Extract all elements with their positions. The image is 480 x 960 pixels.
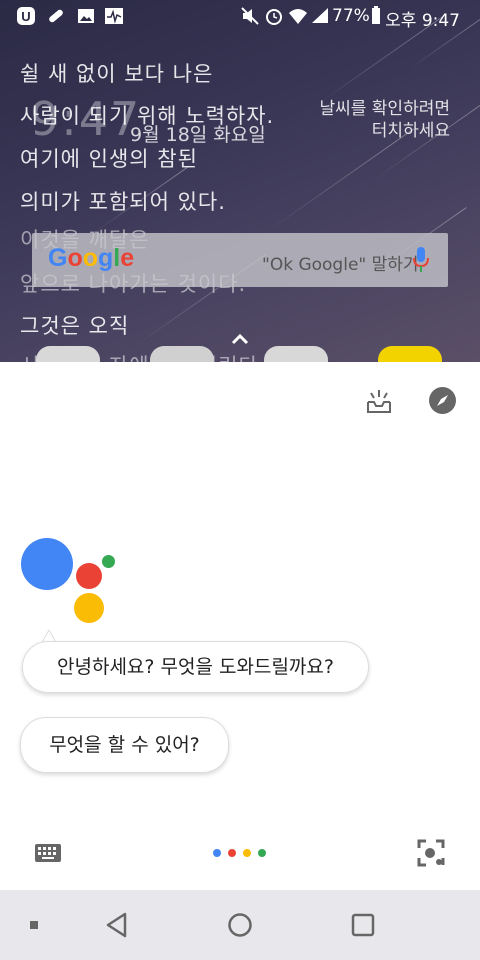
assistant-logo-red-dot	[76, 563, 102, 589]
microphone-icon[interactable]	[412, 247, 430, 273]
poem-line: 여기에 인생의 참된	[20, 147, 198, 171]
home-icon[interactable]	[228, 913, 252, 937]
explore-icon[interactable]	[428, 386, 457, 415]
poem-line: 그것은 오직	[20, 314, 130, 338]
suggestion-chip[interactable]: 무엇을 할 수 있어?	[20, 717, 229, 773]
mic-dot-yellow[interactable]	[243, 849, 251, 857]
assistant-panel	[0, 362, 480, 890]
svg-text:U: U	[21, 9, 30, 24]
app-icon-chrome[interactable]	[264, 346, 328, 362]
status-bar: U 77% 오후 9:47	[0, 0, 480, 32]
inbox-icon[interactable]	[365, 388, 393, 414]
assistant-logo-blue-dot	[21, 538, 73, 590]
navigation-bar	[0, 890, 480, 960]
mute-icon	[241, 7, 259, 25]
status-time: 오후 9:47	[385, 11, 460, 31]
ok-google-hint: "Ok Google" 말하기	[262, 255, 419, 275]
app-icon-kakaotalk[interactable]	[378, 346, 442, 362]
weather-prompt-line2: 터치하세요	[371, 121, 450, 141]
weather-widget[interactable]: 날씨를 확인하려면 터치하세요	[319, 98, 450, 142]
mic-dot-red[interactable]	[228, 849, 236, 857]
activity-icon	[105, 8, 123, 24]
assistant-greeting-bubble: 안녕하세요? 무엇을 도와드릴까요?	[22, 641, 369, 693]
pill-icon	[49, 9, 63, 23]
battery-icon	[372, 6, 380, 24]
home-screen-wallpaper: 쉴 새 없이 보다 나은 사람이 되기 위해 노력하자. 여기에 인생의 참된 …	[0, 0, 480, 362]
clock-widget-time[interactable]: 9:47	[30, 92, 141, 146]
app-icon-messages[interactable]	[150, 346, 214, 362]
clock-widget-date: 9월 18일 화요일	[130, 124, 266, 146]
lens-icon[interactable]	[416, 838, 446, 868]
u-plus-icon: U	[17, 7, 35, 25]
wifi-icon	[289, 9, 307, 24]
alarm-icon	[266, 9, 282, 25]
signal-icon	[312, 8, 328, 23]
mic-dot-blue[interactable]	[213, 849, 221, 857]
poem-line: 의미가 포함되어 있다.	[20, 190, 226, 214]
battery-percent: 77%	[332, 6, 370, 26]
home-square-icon[interactable]	[30, 921, 38, 929]
assistant-logo-yellow-dot	[74, 593, 104, 623]
poem-line: 쉴 새 없이 보다 나은	[20, 62, 214, 86]
google-search-bar[interactable]: Google "Ok Google" 말하기	[32, 233, 448, 287]
mic-dot-green[interactable]	[258, 849, 266, 857]
google-logo: Google	[48, 244, 135, 272]
app-icon-phone[interactable]	[36, 346, 100, 362]
chevron-up-icon[interactable]	[229, 330, 251, 348]
image-icon	[78, 9, 94, 23]
assistant-logo-green-dot	[102, 555, 115, 568]
back-icon[interactable]	[105, 912, 129, 938]
keyboard-icon[interactable]	[34, 842, 62, 864]
weather-prompt-line1: 날씨를 확인하려면	[319, 99, 450, 119]
recents-icon[interactable]	[351, 913, 375, 937]
